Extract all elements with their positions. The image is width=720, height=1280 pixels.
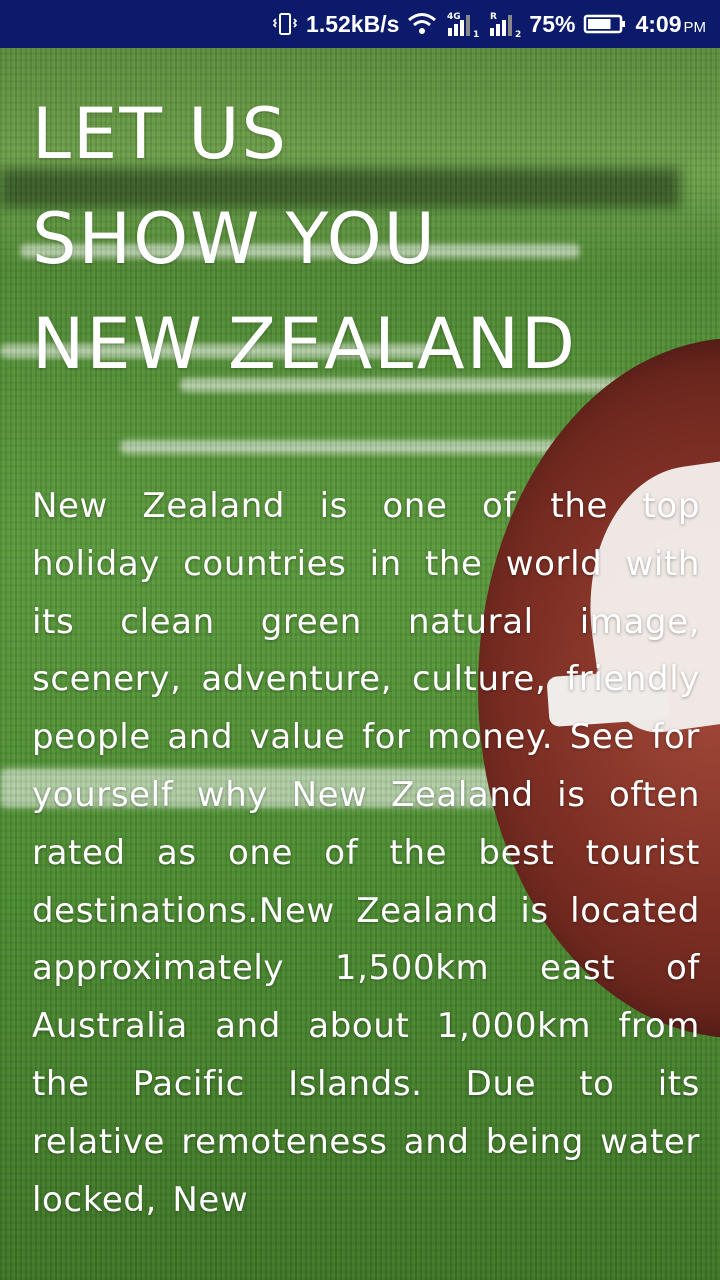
status-icons: 1.52kB/s 4G 1 R 2 75% 4:09 PM bbox=[272, 0, 706, 48]
battery-icon bbox=[583, 12, 627, 36]
page-title: LET US SHOW YOU NEW ZEALAND bbox=[32, 82, 700, 397]
clock-suffix: PM bbox=[683, 18, 707, 36]
title-line: NEW ZEALAND bbox=[32, 303, 577, 385]
signal-1-label: 4G bbox=[447, 12, 461, 22]
signal-1-sub: 1 bbox=[473, 30, 479, 38]
clock: 4:09 PM bbox=[635, 11, 706, 38]
network-speed: 1.52kB/s bbox=[306, 10, 400, 37]
title-line: SHOW YOU bbox=[32, 198, 437, 280]
battery-percent: 75% bbox=[529, 10, 576, 37]
wifi-icon bbox=[407, 11, 437, 37]
signal-2-sub: 2 bbox=[515, 30, 521, 38]
title-line: LET US bbox=[32, 93, 288, 175]
screen: 1.52kB/s 4G 1 R 2 75% 4:09 PM LET US SHO… bbox=[0, 0, 720, 1280]
clock-time: 4:09 bbox=[635, 10, 682, 37]
vibrate-icon bbox=[272, 11, 298, 37]
signal-2-label: R bbox=[490, 12, 497, 22]
cellular-signal-2-icon: R 2 bbox=[487, 10, 521, 38]
article-content: LET US SHOW YOU NEW ZEALAND New Zealand … bbox=[32, 82, 700, 1229]
status-bar: 1.52kB/s 4G 1 R 2 75% 4:09 PM bbox=[0, 0, 720, 48]
article-body: New Zealand is one of the top holiday co… bbox=[32, 486, 700, 1220]
cellular-signal-1-icon: 4G 1 bbox=[445, 10, 479, 38]
